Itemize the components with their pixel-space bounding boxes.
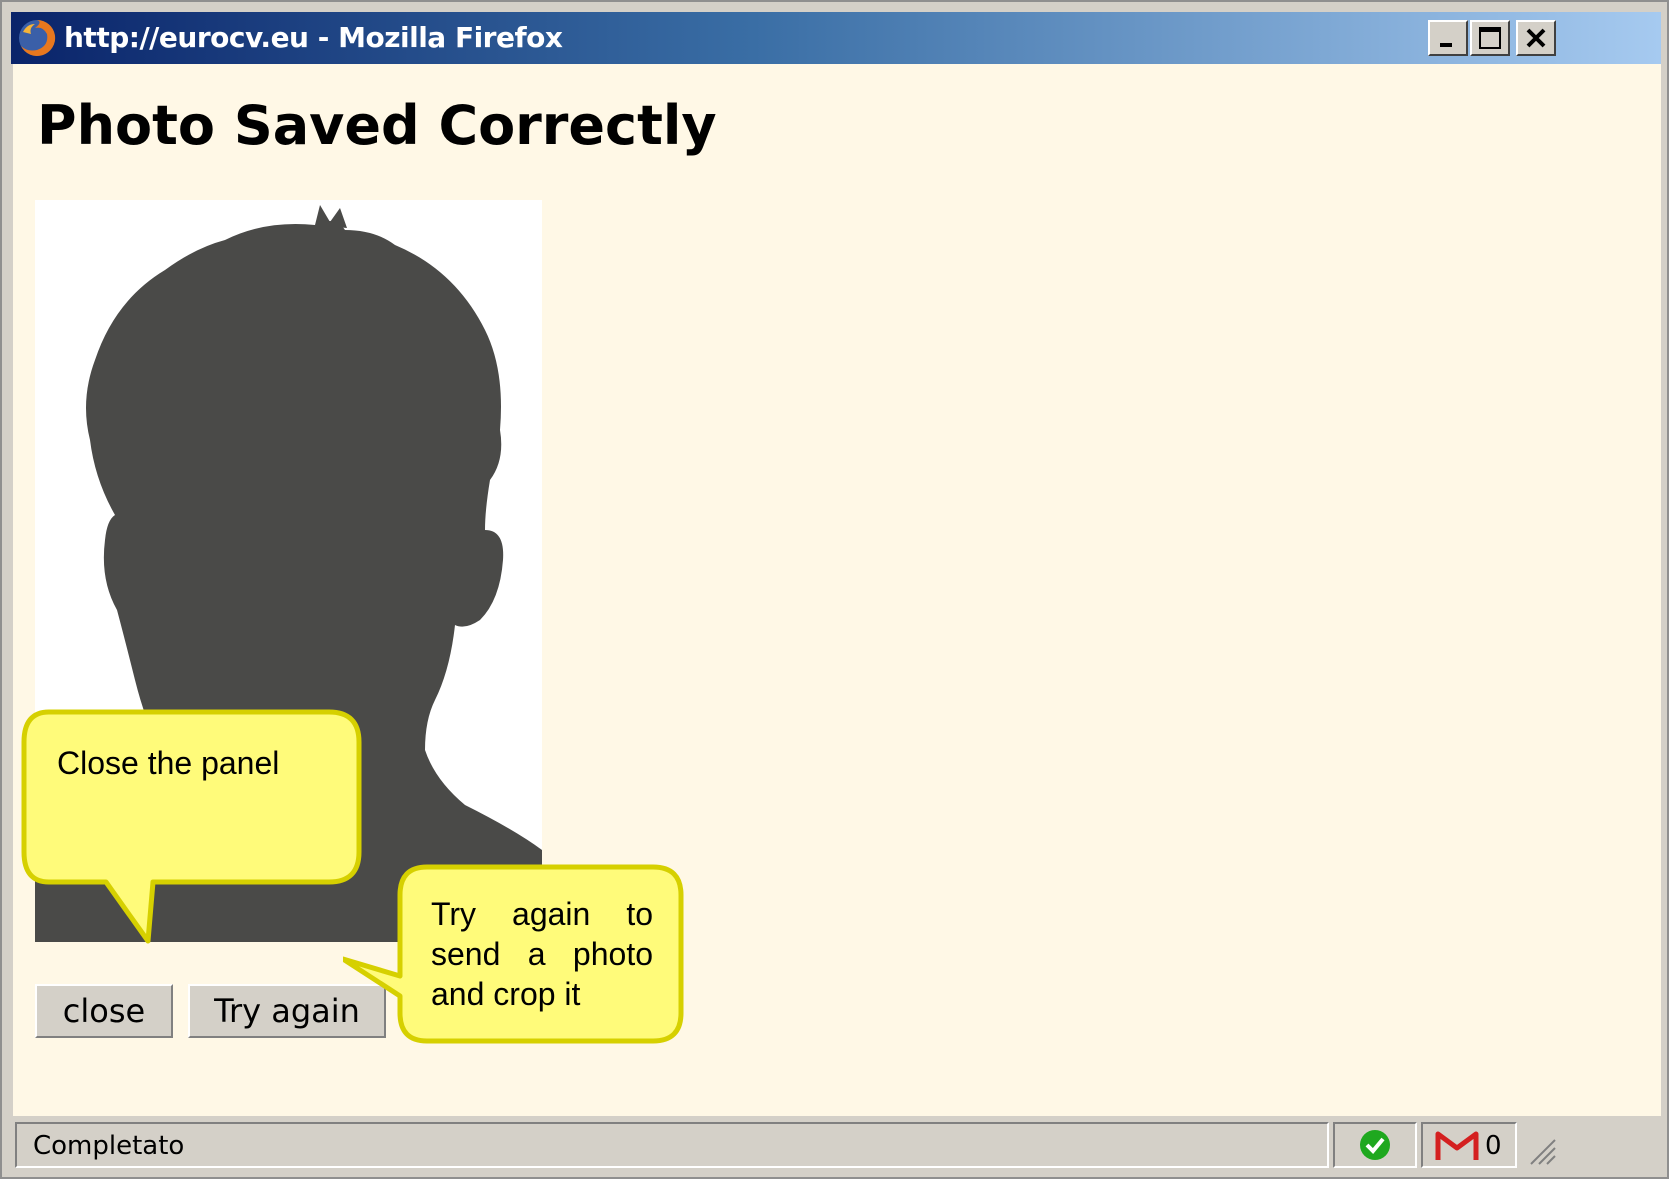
maximize-icon bbox=[1479, 27, 1501, 49]
try-again-callout-text: Try again to send a photo and crop it bbox=[431, 894, 653, 1014]
status-text: Completato bbox=[33, 1131, 185, 1161]
title-bar[interactable]: http://eurocv.eu - Mozilla Firefox bbox=[11, 12, 1661, 64]
gmail-notifier-panel[interactable]: 0 bbox=[1421, 1122, 1517, 1168]
browser-window: http://eurocv.eu - Mozilla Firefox Photo… bbox=[0, 0, 1669, 1179]
close-callout: Close the panel bbox=[21, 709, 366, 969]
callout-line: send a photo bbox=[431, 936, 653, 972]
close-button[interactable]: close bbox=[35, 984, 173, 1038]
minimize-icon bbox=[1440, 43, 1452, 47]
try-again-callout: Try again to send a photo and crop it bbox=[343, 864, 688, 1049]
check-icon bbox=[1360, 1130, 1390, 1160]
page-content: Photo Saved Correctly close Try again Cl… bbox=[13, 64, 1661, 1116]
close-icon bbox=[1526, 28, 1546, 48]
close-window-button[interactable] bbox=[1516, 20, 1556, 56]
callout-line: and crop it bbox=[431, 976, 581, 1012]
callout-line: Try again to bbox=[431, 896, 653, 932]
gmail-icon bbox=[1435, 1131, 1479, 1160]
security-status-panel[interactable] bbox=[1333, 1122, 1417, 1168]
resize-grip-icon[interactable] bbox=[1527, 1136, 1557, 1166]
close-callout-text: Close the panel bbox=[57, 745, 280, 781]
firefox-icon bbox=[19, 19, 56, 56]
status-bar: Completato 0 bbox=[11, 1116, 1661, 1174]
window-title: http://eurocv.eu - Mozilla Firefox bbox=[64, 21, 563, 54]
maximize-button[interactable] bbox=[1470, 20, 1510, 56]
page-title: Photo Saved Correctly bbox=[37, 94, 717, 157]
status-text-panel: Completato bbox=[15, 1122, 1329, 1168]
minimize-button[interactable] bbox=[1428, 20, 1468, 56]
gmail-count: 0 bbox=[1485, 1131, 1502, 1161]
